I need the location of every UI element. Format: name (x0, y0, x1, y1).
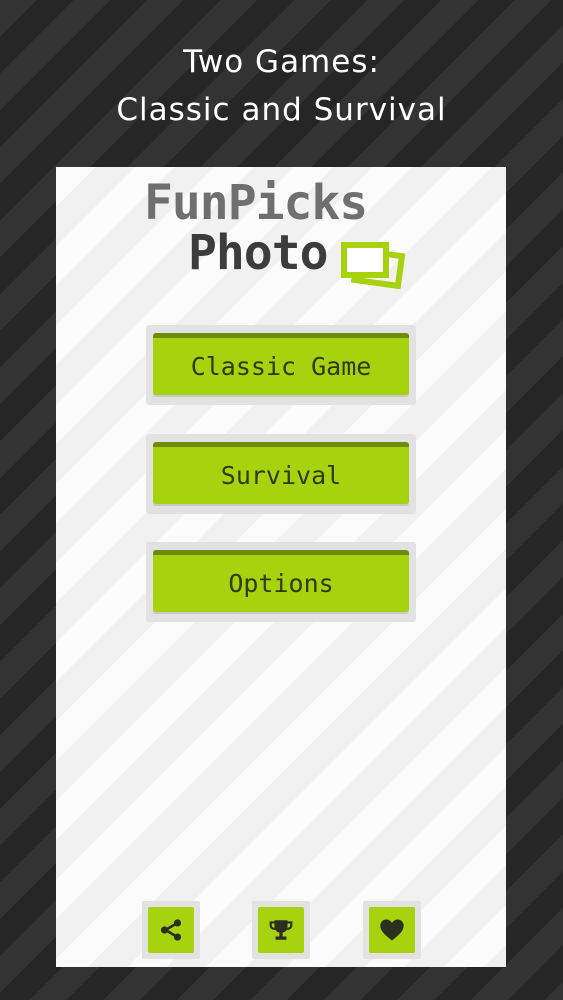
classic-game-button-frame: Classic Game (146, 325, 416, 405)
share-button[interactable] (148, 907, 194, 953)
photo-frames-icon (341, 242, 406, 289)
options-button[interactable]: Options (153, 550, 409, 612)
survival-label: Survival (220, 461, 342, 490)
classic-game-label: Classic Game (190, 352, 372, 381)
app-logo: FunPicks Photo (142, 175, 422, 289)
logo-text-funpicks: FunPicks (144, 175, 368, 231)
leaderboard-button[interactable] (258, 907, 304, 953)
heart-icon (380, 919, 404, 941)
leaderboard-button-frame (252, 901, 310, 959)
options-label: Options (228, 569, 334, 598)
share-button-frame (142, 901, 200, 959)
main-menu-panel: FunPicks Photo Classic Game Survival Opt… (56, 167, 506, 967)
classic-game-button[interactable]: Classic Game (153, 333, 409, 395)
promo-headline: Two Games: Classic and Survival (0, 38, 563, 134)
survival-button[interactable]: Survival (153, 442, 409, 504)
share-icon (160, 919, 182, 941)
trophy-icon (269, 920, 293, 940)
favorite-button[interactable] (369, 907, 415, 953)
favorite-button-frame (363, 901, 421, 959)
headline-line-2: Classic and Survival (116, 92, 447, 128)
survival-button-frame: Survival (146, 434, 416, 514)
headline-line-1: Two Games: (183, 44, 380, 80)
logo-text-photo: Photo (188, 225, 328, 281)
options-button-frame: Options (146, 542, 416, 622)
